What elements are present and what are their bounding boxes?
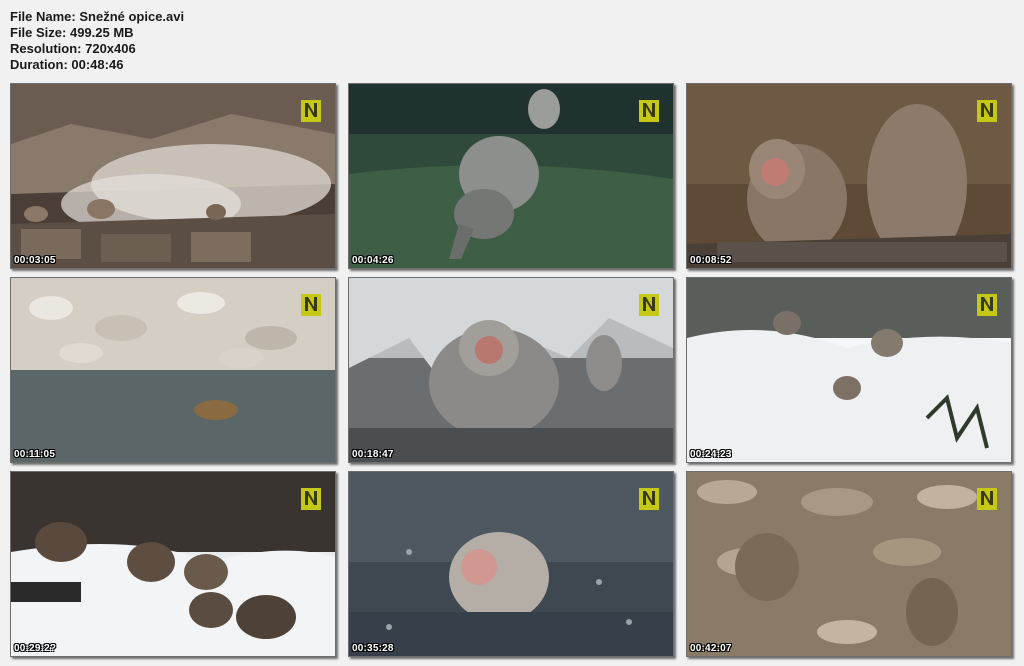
thumbnail-8-image (349, 472, 673, 656)
thumbnail-2-image (349, 84, 673, 268)
timestamp-label: 00:04:26 (352, 255, 394, 266)
timestamp-label: 00:24:23 (690, 449, 732, 460)
thumbnail-9[interactable]: 00:42:07 (686, 471, 1012, 657)
file-info-panel: File Name: Snežné opice.avi File Size: 4… (10, 9, 184, 73)
channel-logo-icon (977, 100, 997, 122)
timestamp-label: 00:18:47 (352, 449, 394, 460)
channel-logo-icon (639, 294, 659, 316)
timestamp-label: 00:11:05 (14, 449, 56, 460)
channel-logo-icon (977, 294, 997, 316)
channel-logo-icon (301, 294, 321, 316)
thumbnail-2[interactable]: 00:04:26 (348, 83, 674, 269)
timestamp-label: 00:03:05 (14, 255, 56, 266)
thumbnail-8[interactable]: 00:35:28 (348, 471, 674, 657)
file-size-text: File Size: 499.25 MB (10, 25, 134, 40)
file-name-text: File Name: Snežné opice.avi (10, 9, 185, 24)
thumbnail-7-image (11, 472, 335, 656)
timestamp-label: 00:42:07 (690, 643, 732, 654)
channel-logo-icon (301, 488, 321, 510)
thumbnail-5-image (349, 278, 673, 462)
thumbnail-7[interactable]: 00:29:2? (10, 471, 336, 657)
timestamp-label: 00:35:28 (352, 643, 394, 654)
thumbnail-4[interactable]: 00:11:05 (10, 277, 336, 463)
thumbnail-9-image (687, 472, 1011, 656)
timestamp-label: 00:08:52 (690, 255, 732, 266)
channel-logo-icon (639, 488, 659, 510)
thumbnail-4-image (11, 278, 335, 462)
channel-logo-icon (639, 100, 659, 122)
resolution-text: Resolution: 720x406 (10, 41, 136, 56)
thumbnail-6[interactable]: 00:24:23 (686, 277, 1012, 463)
thumbnail-1[interactable]: 00:03:05 (10, 83, 336, 269)
thumbnail-3-image (687, 84, 1011, 268)
thumbnail-6-image (687, 278, 1011, 462)
channel-logo-icon (301, 100, 321, 122)
thumbnail-5[interactable]: 00:18:47 (348, 277, 674, 463)
thumbnail-3[interactable]: 00:08:52 (686, 83, 1012, 269)
channel-logo-icon (977, 488, 997, 510)
thumbnail-1-image (11, 84, 335, 268)
timestamp-label: 00:29:2? (14, 643, 57, 654)
duration-text: Duration: 00:48:46 (10, 57, 124, 72)
